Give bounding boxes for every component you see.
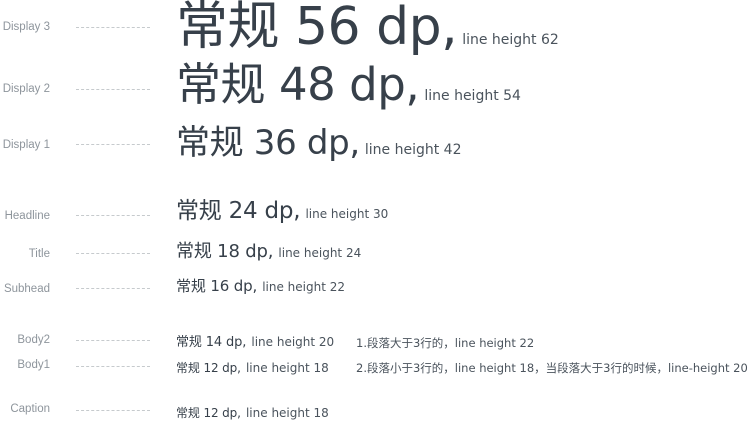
label-headline: Headline [4, 210, 50, 222]
guide-line-display-2 [76, 89, 150, 90]
sample-display-1: 常规 36 dp, line height 42 [176, 126, 462, 160]
sample-title-line-height: line height 24 [278, 246, 362, 260]
sample-caption-line-height: line height 18 [245, 406, 329, 420]
label-caption: Caption [10, 403, 50, 415]
label-title: Title [28, 248, 50, 260]
sample-headline-line-height: line height 30 [305, 207, 389, 221]
paragraph-note-1: 1.段落大于3行的，line height 22 [356, 336, 535, 350]
sample-display-1-line-height: line height 42 [364, 142, 462, 158]
sample-display-2-line-height: line height 54 [424, 88, 521, 104]
guide-line-title [76, 253, 150, 254]
guide-line-body2 [76, 340, 150, 341]
guide-line-body1 [76, 366, 150, 367]
label-display-3: Display 3 [2, 21, 50, 33]
sample-caption: 常规 12 dp, line height 18 [176, 404, 329, 420]
sample-display-3-line-height: line height 62 [462, 32, 559, 48]
sample-headline-size: 常规 24 dp, [176, 198, 301, 224]
guide-line-headline [76, 215, 150, 216]
sample-display-1-size: 常规 36 dp, [176, 123, 360, 163]
sample-body2-size: 常规 14 dp, [176, 335, 247, 350]
label-body1: Body1 [17, 359, 50, 371]
sample-title-size: 常规 18 dp, [176, 241, 274, 262]
sample-display-3: 常规 56 dp, line height 62 [176, 1, 559, 53]
guide-line-caption [76, 410, 150, 411]
sample-body1: 常规 12 dp, line height 18 [176, 359, 329, 375]
sample-subhead-line-height: line height 22 [262, 280, 345, 294]
sample-body2-line-height: line height 20 [251, 335, 335, 349]
sample-display-2: 常规 48 dp, line height 54 [176, 62, 521, 107]
sample-headline: 常规 24 dp, line height 30 [176, 200, 388, 223]
label-display-2: Display 2 [2, 83, 50, 95]
sample-title: 常规 18 dp, line height 24 [176, 243, 361, 261]
sample-body1-size: 常规 12 dp, [176, 361, 241, 375]
guide-line-subhead [76, 288, 150, 289]
label-subhead: Subhead [3, 283, 50, 295]
label-body2: Body2 [17, 334, 50, 346]
sample-display-3-size: 常规 56 dp, [176, 0, 458, 57]
sample-display-2-size: 常规 48 dp, [176, 58, 420, 111]
sample-subhead: 常规 16 dp, line height 22 [176, 278, 345, 294]
sample-body2: 常规 14 dp, line height 20 [176, 333, 334, 349]
guide-line-display-3 [76, 27, 150, 28]
label-display-1: Display 1 [2, 139, 50, 151]
paragraph-note-2: 2.段落小于3行的，line height 18，当段落大于3行的时候，line… [356, 361, 748, 375]
sample-body1-line-height: line height 18 [245, 361, 329, 375]
guide-line-display-1 [76, 144, 150, 145]
sample-caption-size: 常规 12 dp, [176, 406, 241, 420]
sample-subhead-size: 常规 16 dp, [176, 277, 258, 295]
